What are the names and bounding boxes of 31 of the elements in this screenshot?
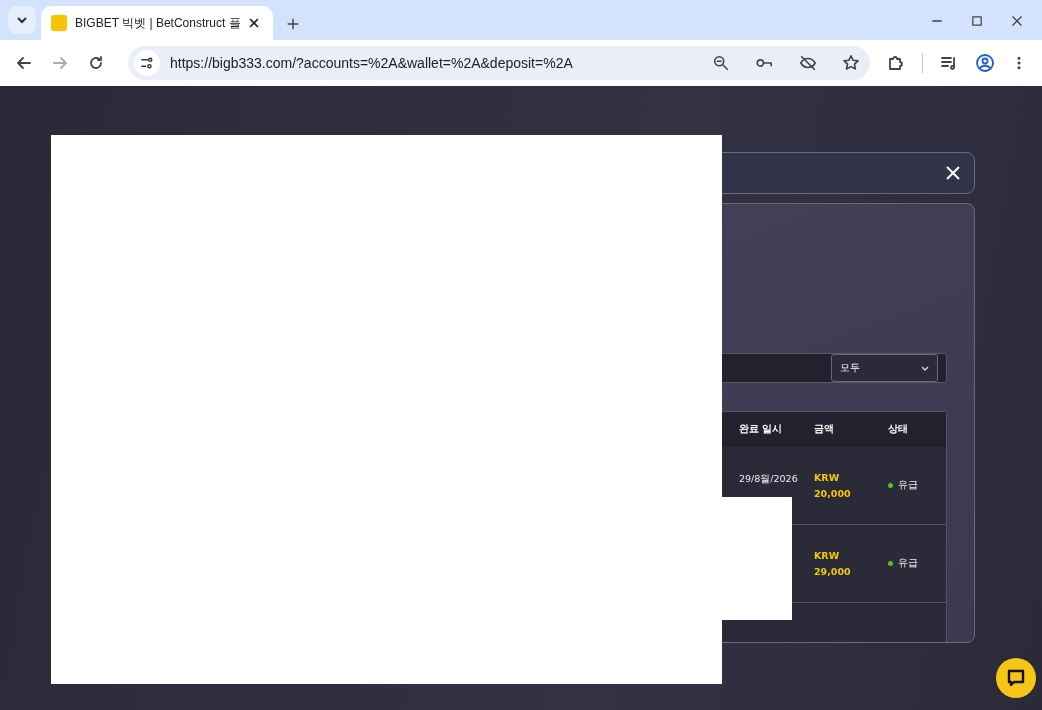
- profile-icon[interactable]: [975, 53, 995, 73]
- address-bar[interactable]: https://bigb333.com/?accounts=%2A&wallet=%2A&deposit=%2A: [128, 46, 870, 80]
- browser-tab[interactable]: BIGBET 빅벳 | BetConstruct 플: [41, 6, 273, 40]
- status-dropdown[interactable]: 모두: [831, 354, 938, 382]
- table-cell: KRW 29,000: [808, 525, 882, 603]
- column-header: 금액: [808, 412, 882, 447]
- sliders-icon: [139, 55, 155, 71]
- status-text: 유급: [898, 479, 918, 492]
- status-text: 유급: [898, 557, 918, 570]
- zoom-out-icon[interactable]: [712, 54, 730, 72]
- close-button[interactable]: [946, 166, 960, 180]
- tab-search-button[interactable]: [8, 6, 36, 34]
- column-header: 상태: [882, 412, 946, 447]
- extensions-icon[interactable]: [886, 53, 906, 73]
- plus-icon[interactable]: [285, 16, 301, 32]
- table-cell: KRW 20,000: [808, 447, 882, 525]
- caret-down-icon: [921, 364, 929, 372]
- maximize-icon[interactable]: [970, 14, 984, 28]
- caret-down-icon: [16, 14, 28, 26]
- status-dot: [888, 483, 893, 488]
- star-icon[interactable]: [842, 54, 860, 72]
- close-icon[interactable]: [248, 18, 259, 28]
- status-dot: [888, 561, 893, 566]
- close-icon: [946, 166, 960, 180]
- column-header: 완료 일시: [733, 412, 808, 447]
- chat-icon: [1005, 667, 1027, 689]
- close-icon[interactable]: [1010, 14, 1024, 28]
- eye-off-icon[interactable]: [798, 54, 818, 72]
- site-settings-icon[interactable]: [134, 50, 160, 76]
- chat-button[interactable]: [996, 658, 1036, 698]
- site-logo-icon: [51, 15, 67, 31]
